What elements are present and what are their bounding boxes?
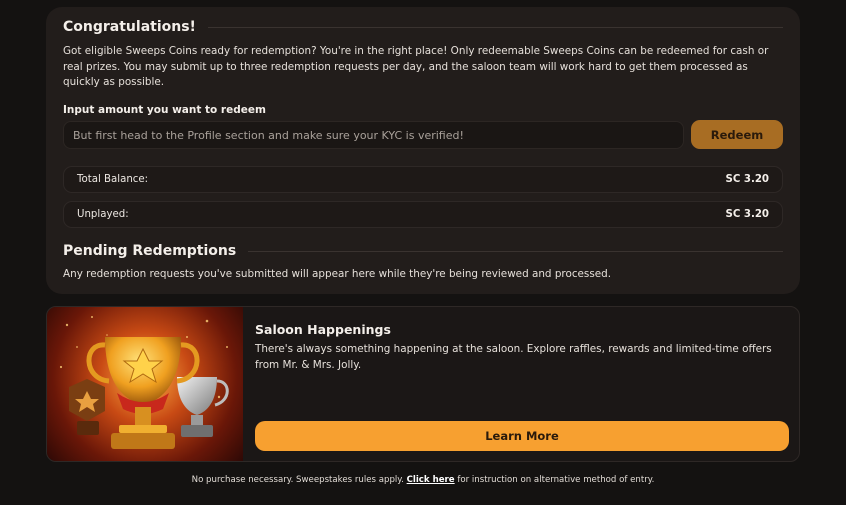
redemption-card: Congratulations! Got eligible Sweeps Coi… (46, 7, 800, 294)
total-balance-row: Total Balance: SC 3.20 (63, 166, 783, 193)
trophy-icon (59, 316, 229, 449)
footer-disclaimer: No purchase necessary. Sweepstakes rules… (0, 475, 846, 485)
redeem-amount-input[interactable] (63, 121, 684, 149)
congrats-title: Congratulations! (63, 19, 196, 35)
footer-suffix: for instruction on alternative method of… (457, 475, 655, 485)
pending-description: Any redemption requests you've submitted… (63, 268, 612, 280)
promo-description: There's always something happening at th… (255, 343, 772, 371)
title-divider (207, 26, 783, 28)
amoe-link[interactable]: Click here (407, 475, 455, 485)
pending-heading-row: Pending Redemptions (63, 243, 783, 259)
pending-title: Pending Redemptions (63, 243, 237, 259)
trophy-illustration (47, 307, 243, 461)
redeem-intro-text: Got eligible Sweeps Coins ready for rede… (63, 45, 769, 88)
unplayed-balance-row: Unplayed: SC 3.20 (63, 201, 783, 228)
footer-prefix: No purchase necessary. Sweepstakes rules… (191, 475, 404, 485)
pending-divider (248, 250, 783, 252)
redeem-button[interactable]: Redeem (691, 120, 783, 149)
unplayed-balance-label: Unplayed: (77, 209, 129, 220)
promo-title: Saloon Happenings (255, 322, 391, 337)
unplayed-balance-value: SC 3.20 (725, 209, 770, 220)
total-balance-label: Total Balance: (77, 174, 149, 185)
saloon-happenings-card: Saloon Happenings There's always somethi… (46, 306, 800, 462)
congrats-heading-row: Congratulations! (63, 19, 783, 35)
redeem-amount-label: Input amount you want to redeem (63, 104, 266, 116)
total-balance-value: SC 3.20 (725, 174, 770, 185)
learn-more-button[interactable]: Learn More (255, 421, 789, 451)
